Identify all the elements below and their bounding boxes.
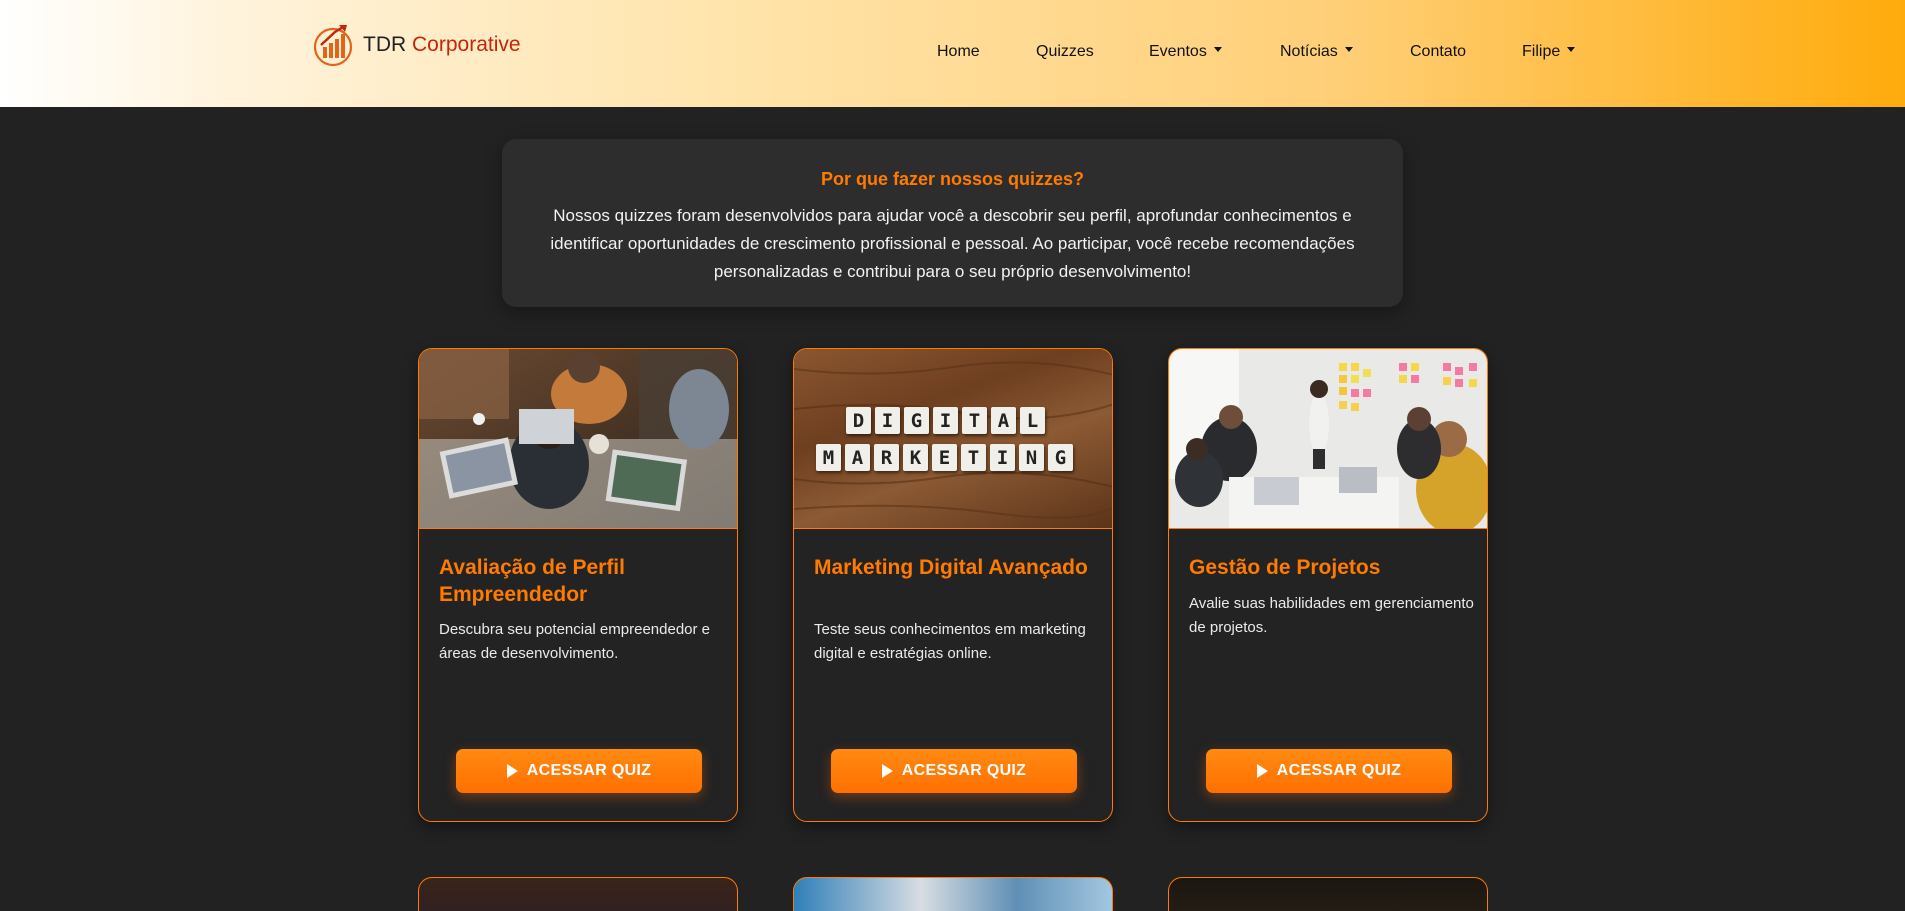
meeting-sticky-notes-image: [1169, 349, 1487, 528]
nav-user-dropdown[interactable]: Filipe: [1522, 40, 1576, 64]
scrabble-tile: T: [961, 444, 986, 471]
nav-eventos-dropdown[interactable]: Eventos: [1149, 40, 1222, 64]
scrabble-tile: I: [990, 444, 1015, 471]
quiz-card-title: Marketing Digital Avançado: [814, 556, 1088, 579]
quiz-card: Avaliação de Perfil Empreendedor Descubr…: [418, 348, 738, 822]
caret-down-icon: [1567, 47, 1576, 53]
play-icon: [881, 764, 893, 778]
scrabble-tile: E: [932, 444, 957, 471]
intro-text: Nossos quizzes foram desenvolvidos para …: [550, 206, 1355, 281]
scrabble-tile: G: [1048, 444, 1073, 471]
quiz-card: DIGITAL MARKETING Marketing Digital Avan…: [793, 348, 1113, 822]
nav-home[interactable]: Home: [937, 40, 980, 64]
quiz-card-image: [419, 349, 737, 529]
intro-title: Por que fazer nossos quizzes?: [820, 169, 1085, 189]
brand-logo-link[interactable]: TDR Corporative: [313, 22, 521, 68]
wood-grain-texture: [794, 361, 1112, 519]
nav-noticias-label: Notícias: [1280, 43, 1338, 60]
scrabble-tile: D: [846, 407, 871, 434]
access-quiz-label: ACESSAR QUIZ: [1276, 762, 1402, 779]
quiz-card-description: Descubra seu potencial empreendedor e ár…: [439, 621, 711, 662]
scrabble-tiles-marketing: MARKETING: [816, 444, 1073, 471]
team-working-laptops-image: [419, 349, 737, 528]
caret-down-icon: [1344, 47, 1353, 53]
scrabble-tiles-digital: DIGITAL: [846, 407, 1045, 434]
scrabble-tile: L: [1020, 407, 1045, 434]
quiz-card: Gestão de Projetos Avalie suas habilidad…: [1168, 348, 1488, 822]
quiz-card-partial: [1168, 877, 1488, 911]
quiz-card-partial: [793, 877, 1113, 911]
scrabble-tile: T: [962, 407, 987, 434]
access-quiz-label: ACESSAR QUIZ: [526, 762, 652, 779]
brand-name-accent: Corporative: [412, 33, 521, 56]
scrabble-tile: N: [1019, 444, 1044, 471]
nav-eventos-label: Eventos: [1149, 43, 1207, 60]
scrabble-tile: A: [991, 407, 1016, 434]
nav-noticias-dropdown[interactable]: Notícias: [1280, 40, 1353, 64]
scrabble-tile: A: [845, 444, 870, 471]
scrabble-tile: M: [816, 444, 841, 471]
play-icon: [1256, 764, 1268, 778]
brand-name: TDR Corporative: [363, 33, 521, 56]
quiz-card-image: DIGITAL MARKETING: [794, 349, 1112, 529]
quiz-card-image: [1169, 349, 1487, 529]
access-quiz-label: ACESSAR QUIZ: [901, 762, 1027, 779]
caret-down-icon: [1213, 47, 1222, 53]
access-quiz-button[interactable]: ACESSAR QUIZ: [456, 749, 702, 793]
quiz-card-partial: [418, 877, 738, 911]
scrabble-tile: R: [874, 444, 899, 471]
growth-chart-logo-icon: [313, 25, 353, 67]
quiz-card-title: Avaliação de Perfil Empreendedor: [439, 556, 625, 606]
play-icon: [506, 764, 518, 778]
scrabble-tile: I: [875, 407, 900, 434]
scrabble-tile: G: [904, 407, 929, 434]
scrabble-tile: K: [903, 444, 928, 471]
intro-box: Por que fazer nossos quizzes? Nossos qui…: [502, 139, 1403, 307]
top-navbar: TDR Corporative Home Quizzes Eventos Not…: [0, 0, 1905, 107]
access-quiz-button[interactable]: ACESSAR QUIZ: [1206, 749, 1452, 793]
nav-contato[interactable]: Contato: [1410, 40, 1466, 64]
quiz-card-title: Gestão de Projetos: [1189, 556, 1381, 579]
nav-quizzes[interactable]: Quizzes: [1036, 40, 1094, 64]
scrabble-tile: I: [933, 407, 958, 434]
quiz-card-description: Avalie suas habilidades em gerenciamento…: [1189, 595, 1474, 636]
quiz-card-description: Teste seus conhecimentos em marketing di…: [814, 621, 1086, 662]
access-quiz-button[interactable]: ACESSAR QUIZ: [831, 749, 1077, 793]
nav-user-label: Filipe: [1522, 43, 1561, 60]
